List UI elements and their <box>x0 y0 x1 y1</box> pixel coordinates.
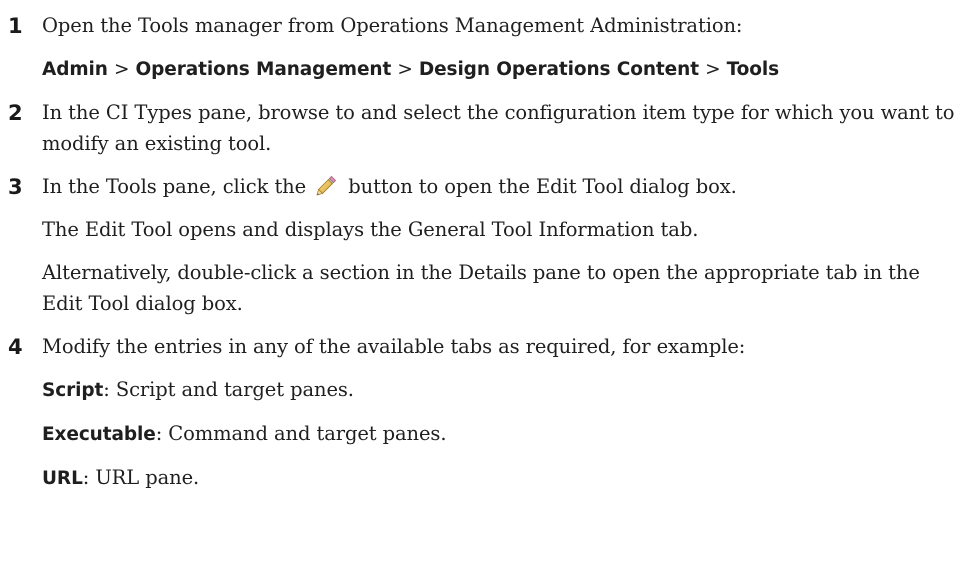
step-text: In the CI Types pane, browse to and sele… <box>42 101 955 155</box>
path-separator: > <box>113 59 130 80</box>
example-term: Executable <box>42 424 156 445</box>
text-after-icon: button to open the Edit Tool dialog box. <box>348 175 737 198</box>
pencil-edit-icon <box>314 174 340 196</box>
example-executable: Executable: Command and target panes. <box>42 418 956 450</box>
example-script: Script: Script and target panes. <box>42 374 956 406</box>
example-desc: : Script and target panes. <box>103 378 354 401</box>
menu-path: Admin > Operations Management > Design O… <box>42 53 956 85</box>
step-text: Open the Tools manager from Operations M… <box>42 14 743 37</box>
step-2: 2 In the CI Types pane, browse to and se… <box>8 97 956 159</box>
path-item-operations-management: Operations Management <box>135 59 392 80</box>
step-content: Modify the entries in any of the availab… <box>42 331 956 494</box>
path-separator: > <box>397 59 413 80</box>
example-desc: : URL pane. <box>82 466 200 489</box>
path-item-design-operations-content: Design Operations Content <box>418 59 699 80</box>
path-separator: > <box>705 59 721 80</box>
step-number: 1 <box>8 14 23 38</box>
text-before-icon: In the Tools pane, click the <box>42 175 307 198</box>
step-paragraph: Alternatively, double-click a section in… <box>42 261 920 315</box>
step-1: 1 Open the Tools manager from Operations… <box>8 10 956 85</box>
path-item-admin: Admin <box>42 59 108 80</box>
step-content: In the Tools pane, click the button to o… <box>42 171 956 319</box>
step-text: Modify the entries in any of the availab… <box>42 335 746 358</box>
step-3: 3 In the Tools pane, click the button to… <box>8 171 956 319</box>
example-term: Script <box>42 380 104 401</box>
step-number: 2 <box>8 101 23 125</box>
step-content: In the CI Types pane, browse to and sele… <box>42 97 956 159</box>
example-desc: : Command and target panes. <box>155 422 447 445</box>
step-number: 3 <box>8 175 23 199</box>
path-item-tools: Tools <box>726 59 780 80</box>
step-content: Open the Tools manager from Operations M… <box>42 10 956 85</box>
step-text: In the Tools pane, click the button to o… <box>42 171 956 202</box>
example-url: URL: URL pane. <box>42 462 956 494</box>
example-term: URL <box>42 468 83 489</box>
procedure-document: 1 Open the Tools manager from Operations… <box>8 10 956 494</box>
step-number: 4 <box>8 335 23 359</box>
step-paragraph: The Edit Tool opens and displays the Gen… <box>42 218 699 241</box>
step-4: 4 Modify the entries in any of the avail… <box>8 331 956 494</box>
